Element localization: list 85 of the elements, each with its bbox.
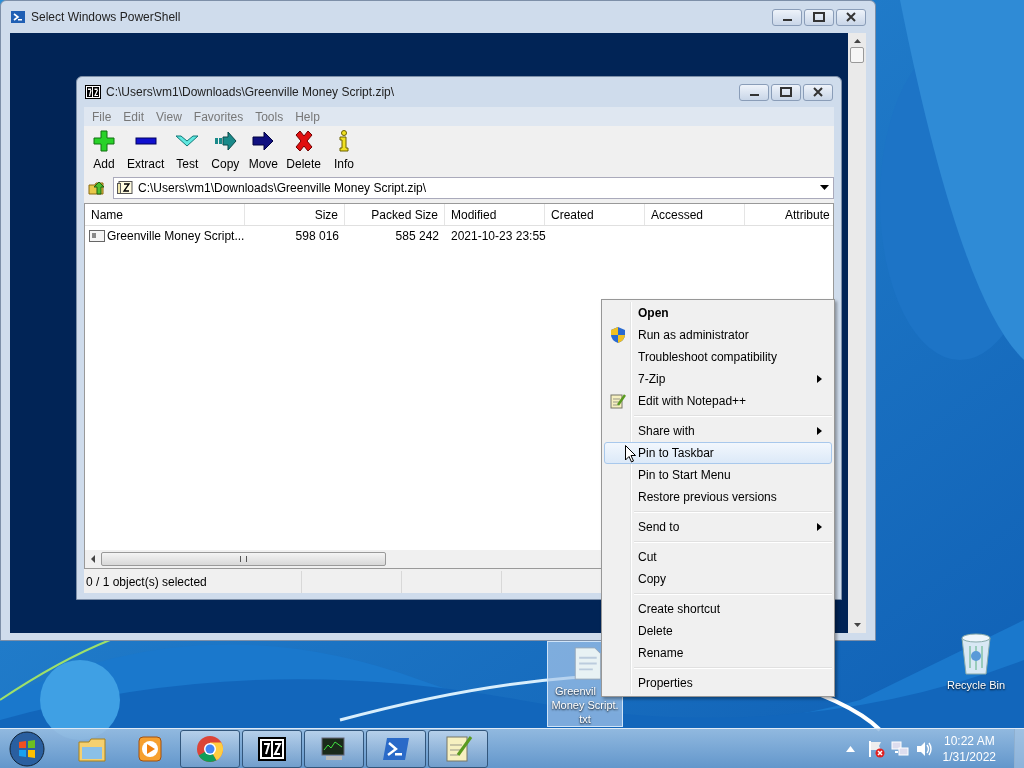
archive-icon: [117, 181, 133, 195]
column-header[interactable]: Name: [85, 204, 245, 225]
scrollbar[interactable]: [848, 33, 866, 633]
minimize-icon: [749, 93, 759, 96]
maximize-icon: [780, 87, 792, 97]
flag-icon: [866, 739, 885, 758]
toolbar-button[interactable]: Info: [326, 129, 363, 173]
submenu-arrow-icon: [817, 523, 822, 531]
file-icon: [89, 229, 105, 243]
toolbar-button[interactable]: Add: [86, 129, 122, 173]
start-button[interactable]: [7, 728, 47, 768]
column-header[interactable]: Created: [545, 204, 645, 225]
taskbar-button[interactable]: [428, 729, 488, 768]
minimize-icon: [782, 18, 792, 21]
menu-item[interactable]: Create shortcut: [604, 598, 832, 620]
icon-label: Money Script.: [551, 698, 619, 712]
taskbar-button[interactable]: [242, 729, 302, 768]
menu-item[interactable]: 7-Zip: [604, 368, 832, 390]
icon-label: Greenvil: [555, 684, 596, 698]
scroll-thumb[interactable]: [850, 47, 864, 63]
close-button[interactable]: [836, 8, 866, 26]
menu-item[interactable]: View: [150, 107, 188, 126]
maximize-icon: [813, 12, 825, 22]
toolbar-button[interactable]: Extract: [124, 129, 168, 173]
toolbar-button[interactable]: Copy: [207, 129, 244, 173]
plus-icon: [92, 129, 116, 153]
menu-item[interactable]: Troubleshoot compatibility: [604, 346, 832, 368]
arrow-icon: [213, 129, 238, 153]
minimize-button[interactable]: [772, 8, 802, 26]
menu-item[interactable]: Edit with Notepad++: [604, 390, 832, 412]
notepad-icon: [610, 393, 626, 409]
powershell-icon: [10, 9, 26, 25]
dropdown-icon: [820, 185, 829, 191]
close-icon: [846, 12, 856, 22]
menu-item[interactable]: Run as administrator: [604, 324, 832, 346]
menu-item[interactable]: Pin to Start Menu: [604, 464, 832, 486]
trash-bin-icon: [958, 632, 994, 676]
menu-item[interactable]: File: [86, 107, 118, 126]
icon-label: txt: [579, 712, 591, 726]
close-icon: [813, 87, 823, 97]
column-header[interactable]: Packed Size: [345, 204, 445, 225]
menu-item[interactable]: Edit: [117, 107, 151, 126]
maximize-button[interactable]: [804, 8, 834, 26]
menu-item[interactable]: Tools: [249, 107, 290, 126]
menu-item[interactable]: Open: [604, 302, 832, 324]
taskbar-button[interactable]: [366, 729, 426, 768]
table-cell-text: 585 242: [395, 228, 439, 245]
column-header[interactable]: Attribute: [745, 204, 833, 225]
window-title: C:\Users\vm1\Downloads\Greenville Money Script.zip\: [106, 84, 395, 101]
column-header[interactable]: Accessed: [645, 204, 745, 225]
column-header[interactable]: Modified: [445, 204, 545, 225]
submenu-arrow-icon: [817, 375, 822, 383]
network-icon: [890, 739, 909, 758]
table-cell-text: 598 016: [295, 228, 339, 245]
menu-item[interactable]: Cut: [604, 546, 832, 568]
desktop-icon[interactable]: Recycle Bin: [938, 630, 1014, 716]
menu-item[interactable]: Help: [289, 107, 326, 126]
icon-label: Recycle Bin: [946, 678, 1006, 692]
toolbar-button[interactable]: Move: [245, 129, 282, 173]
chevron-up-icon: [845, 745, 855, 752]
shield-icon: [611, 327, 625, 343]
window-title: Select Windows PowerShell: [31, 9, 181, 26]
toolbar-button[interactable]: Delete: [283, 129, 325, 173]
menu-item[interactable]: Favorites: [187, 107, 250, 126]
menu-item[interactable]: Restore previous versions: [604, 486, 832, 508]
column-header[interactable]: Size: [245, 204, 345, 225]
menu-item[interactable]: Send to: [604, 516, 832, 538]
maximize-button[interactable]: [771, 83, 801, 101]
table-cell-text: Greenville Money Script...: [107, 228, 245, 245]
taskbar-button[interactable]: [304, 729, 364, 768]
archive-icon: [85, 85, 101, 99]
table-cell-text: 2021-10-23 23:55: [451, 228, 546, 245]
start-orb-icon: [9, 730, 45, 767]
minimize-button[interactable]: [739, 83, 769, 101]
menu-item[interactable]: Copy: [604, 568, 832, 590]
submenu-arrow-icon: [817, 427, 822, 435]
status-text: 0 / 1 object(s) selected: [84, 571, 302, 593]
close-button[interactable]: [803, 83, 833, 101]
menu-item[interactable]: Delete: [604, 620, 832, 642]
folder-up-icon: [88, 180, 106, 196]
menu-item[interactable]: Share with: [604, 420, 832, 442]
address-field[interactable]: C:\Users\vm1\Downloads\Greenville Money Script.zip\: [113, 177, 834, 199]
menu-item[interactable]: Pin to Taskbar: [604, 442, 832, 464]
arrow-icon: [251, 129, 276, 153]
toolbar-button[interactable]: Test: [169, 129, 206, 173]
